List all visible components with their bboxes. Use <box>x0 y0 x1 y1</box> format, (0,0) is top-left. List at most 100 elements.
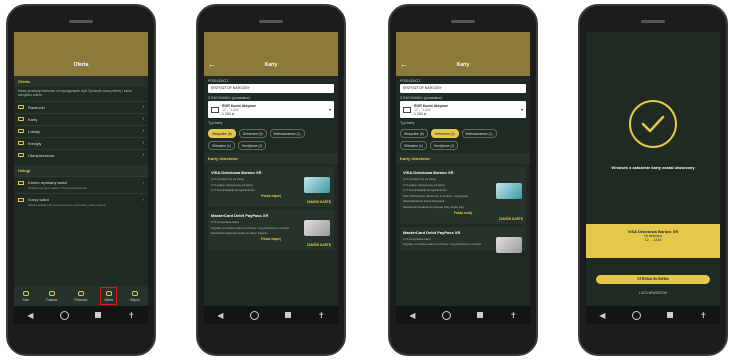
checkmark-icon <box>629 100 677 148</box>
menu-label: Ubezpieczenia <box>28 152 55 158</box>
accessibility-icon[interactable]: ✝ <box>510 311 517 320</box>
back-icon[interactable]: ◀ <box>27 311 33 320</box>
screen-success: Wniosek o założenie karty został utworzo… <box>586 32 720 306</box>
chip-all[interactable]: Wszystkie (8) <box>400 129 428 138</box>
card-offer: MasterCard Debit PayPass XR 0 zł za wyda… <box>400 226 526 253</box>
recents-icon[interactable] <box>667 312 674 318</box>
tab-label: Finanse <box>46 297 58 302</box>
chevron-right-icon: › <box>142 179 144 185</box>
card-icon <box>18 117 24 122</box>
recents-icon[interactable] <box>477 312 484 318</box>
speaker <box>451 20 475 23</box>
recents-icon[interactable] <box>285 312 292 318</box>
android-nav: ◀ ✝ <box>14 306 148 324</box>
account-select[interactable]: ROR Konto Aktywne 12 ... 1234 1 234 zł ▾ <box>208 101 334 118</box>
home-circle-icon[interactable] <box>631 310 641 320</box>
card-feature: 0 zł miesięcznie za kartę <box>403 177 436 181</box>
chip-credit[interactable]: Kredytowe (2) <box>429 141 459 150</box>
tab-label: Oferta <box>104 297 114 302</box>
menu-item-cards[interactable]: Karty › <box>14 112 148 125</box>
chip-debit[interactable]: Debetowe (5) <box>238 129 267 138</box>
tab-offer[interactable]: Oferta <box>100 286 117 305</box>
header: Oferta <box>14 32 148 76</box>
holder-field[interactable]: KRZYSZTOF NAROŻNY <box>400 84 526 93</box>
order-card-button[interactable]: ZAMÓW KARTĘ <box>403 217 523 221</box>
exchange-icon <box>18 180 24 185</box>
holder-label: POSIADACZ <box>400 79 421 83</box>
show-less-link[interactable]: Pokaż mniej <box>403 211 523 215</box>
phone-chin <box>198 324 344 354</box>
menu-item-accounts[interactable]: Rachunki › <box>14 100 148 113</box>
chevron-down-icon: ▾ <box>328 107 331 112</box>
show-more-link[interactable]: Pokaż więcej <box>211 194 331 198</box>
offer-note: Nowe produkty bankowe na wyciągnięcie rę… <box>18 89 133 98</box>
card-name: MasterCard Debit PayPass XR <box>403 229 461 235</box>
chevron-right-icon: › <box>142 104 144 111</box>
order-card-button[interactable]: ZAMÓW KARTĘ <box>211 200 331 204</box>
accessibility-icon[interactable]: ✝ <box>128 311 135 320</box>
chip-virtual[interactable]: Wirtualne (1) <box>208 141 235 150</box>
home-circle-icon[interactable] <box>441 310 451 320</box>
chip-virtual[interactable]: Wirtualne (1) <box>400 141 427 150</box>
order-card-button[interactable]: ZAMÓW KARTĘ <box>211 243 331 247</box>
speaker <box>641 20 665 23</box>
home-button[interactable]: STRONA GŁÓWNA <box>596 275 710 284</box>
card-image <box>496 183 522 199</box>
card-feature: Wielowalutowa karta debetowa <box>403 199 445 203</box>
accessibility-icon[interactable]: ✝ <box>700 311 707 320</box>
card-offer-expanded: VISA Debetowa Bardzo XR 0 zł miesięcznie… <box>400 167 526 224</box>
back-icon[interactable]: ◀ <box>409 311 415 320</box>
home-circle-icon[interactable] <box>59 310 69 320</box>
menu-item-deposits[interactable]: Lokaty › <box>14 124 148 137</box>
card-image <box>304 177 330 193</box>
menu-item-rates[interactable]: Kursy walut Tabela aktualnych kursów kupn… <box>14 192 148 210</box>
chip-multicurrency[interactable]: Wielowalutowe (1) <box>461 129 497 138</box>
accessibility-icon[interactable]: ✝ <box>318 311 325 320</box>
phone-chin <box>580 324 726 354</box>
tag-icon <box>105 290 112 296</box>
tab-more[interactable]: Więcej <box>129 290 140 302</box>
card-image <box>304 220 330 236</box>
applications-list-link[interactable]: LISTA WNIOSKÓW <box>586 291 720 295</box>
account-balance: 1 234 zł <box>414 111 427 116</box>
back-arrow-icon[interactable]: ← <box>208 60 216 69</box>
show-more-link[interactable]: Pokaż więcej <box>211 237 331 241</box>
screen-cards-debit: ← Karty POSIADACZ KRZYSZTOF NAROŻNY Z RAC… <box>396 32 530 306</box>
service-label: Kantor wymiany walut <box>28 179 67 185</box>
wallet-icon <box>18 105 24 110</box>
piggy-icon <box>18 129 24 134</box>
grid-icon <box>131 290 138 296</box>
service-sub: Tabela aktualnych kursów kupna i sprzeda… <box>28 202 106 207</box>
chip-debit[interactable]: Debetowe (5) <box>430 129 459 138</box>
android-nav: ◀ ✝ <box>396 306 530 324</box>
tab-label: Start <box>22 297 30 302</box>
tab-start[interactable]: Start <box>22 290 30 302</box>
service-sub: Szybka wymiana walut w Twojej bankowości <box>28 185 88 190</box>
bank-icon <box>211 106 219 113</box>
menu-item-exchange[interactable]: Kantor wymiany walut Szybka wymiana walut… <box>14 175 148 193</box>
back-arrow-icon[interactable]: ← <box>400 60 408 69</box>
phone-4: Wniosek o założenie karty został utworzo… <box>578 4 728 356</box>
chevron-down-icon: ▾ <box>520 107 523 112</box>
tab-label: Więcej <box>129 297 140 302</box>
back-icon[interactable]: ◀ <box>599 311 605 320</box>
recents-icon[interactable] <box>95 312 102 318</box>
card-name: VISA Debetowa Bardzo XR <box>403 170 454 175</box>
menu-item-loans[interactable]: Kredyty › <box>14 136 148 149</box>
page-title: Karty <box>456 62 470 68</box>
tab-finance[interactable]: Finanse <box>46 290 58 302</box>
card-type-label: Typ karty <box>208 121 223 125</box>
card-name: VISA Debetowa Bardzo XR <box>211 170 262 175</box>
card-image <box>496 236 522 253</box>
tab-payments[interactable]: Płatności <box>74 290 87 302</box>
account-label: Z RACHUNKU (posiadacz) <box>208 96 251 100</box>
holder-field[interactable]: KRZYSZTOF NAROŻNY <box>208 84 334 93</box>
home-circle-icon[interactable] <box>249 310 259 320</box>
account-select[interactable]: ROR Konto Aktywne 12 ... 1234 1 234 zł ▾ <box>400 101 526 118</box>
back-icon[interactable]: ◀ <box>217 311 223 320</box>
menu-item-insurance[interactable]: Ubezpieczenia › <box>14 148 148 161</box>
chip-multicurrency[interactable]: Wielowalutowe (1) <box>269 129 305 138</box>
success-message: Wniosek o założenie karty został utworzo… <box>611 165 695 170</box>
chip-credit[interactable]: Kredytowe (2) <box>237 141 267 150</box>
chip-all[interactable]: Wszystkie (8) <box>208 129 236 138</box>
